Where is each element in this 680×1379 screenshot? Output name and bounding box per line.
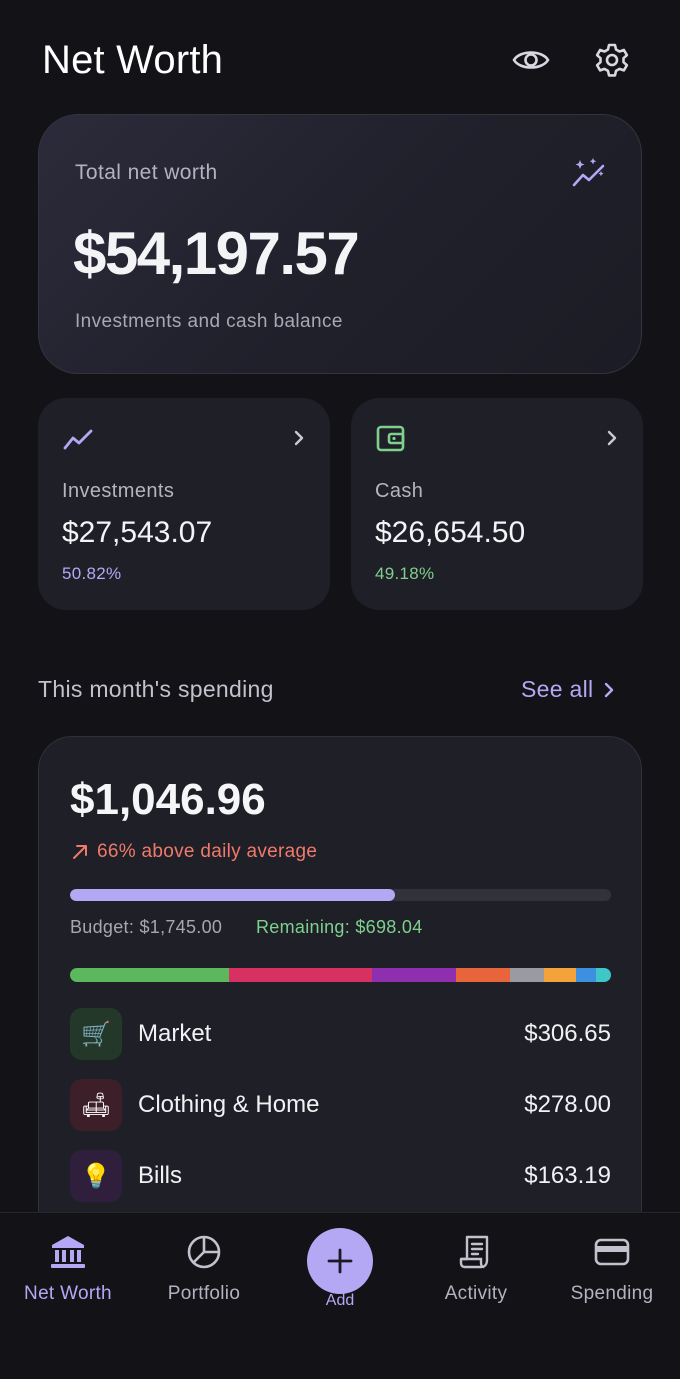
arrow-up-right-icon	[73, 845, 87, 859]
investments-card[interactable]: Investments $27,543.07 50.82%	[38, 398, 330, 610]
page-title: Net Worth	[42, 38, 224, 82]
remaining-label: Remaining: $698.04	[256, 917, 423, 937]
add-label: Add	[325, 1292, 355, 1309]
bottom-nav: Net Worth Portfolio Add Activity Spendin…	[0, 1212, 680, 1379]
spending-delta: 66% above daily average	[71, 841, 317, 863]
bank-icon	[48, 1233, 88, 1271]
category-name: Market	[138, 1020, 212, 1047]
spending-total: $1,046.96	[70, 775, 266, 824]
hero-subtitle: Investments and cash balance	[75, 311, 343, 332]
app-header: Net Worth	[0, 0, 680, 120]
nav-net-worth[interactable]: Net Worth	[0, 1233, 136, 1313]
category-segment	[228, 968, 372, 982]
settings-button[interactable]	[590, 38, 634, 82]
gear-icon	[595, 43, 629, 77]
chevron-right-icon	[294, 430, 304, 446]
investments-value: $27,543.07	[62, 516, 213, 549]
nav-label: Spending	[570, 1283, 654, 1304]
spending-section-title: This month's spending	[38, 676, 274, 702]
category-amount: $163.19	[524, 1162, 611, 1189]
category-row-market[interactable]: 🛒 Market $306.65	[70, 1008, 611, 1060]
card-icon	[592, 1233, 632, 1271]
category-segment	[544, 968, 576, 982]
budget-label: Budget: $1,745.00	[70, 917, 223, 937]
category-segment	[596, 968, 611, 982]
cash-label: Cash	[375, 480, 424, 502]
see-all-label: See all	[521, 676, 594, 702]
trend-line-icon	[63, 429, 93, 450]
nav-spending[interactable]: Spending	[544, 1233, 680, 1313]
cash-value: $26,654.50	[375, 516, 526, 549]
chevron-right-icon	[605, 682, 614, 697]
category-name: Bills	[138, 1162, 183, 1189]
cash-card[interactable]: Cash $26,654.50 49.18%	[351, 398, 643, 610]
budget-progress-bar	[70, 889, 611, 901]
category-segment	[510, 968, 545, 982]
investments-label: Investments	[62, 480, 175, 502]
category-row-bills[interactable]: 💡 Bills $163.19	[70, 1150, 611, 1202]
cart-icon: 🛒	[70, 1008, 122, 1060]
lightbulb-icon: 💡	[70, 1150, 122, 1202]
receipt-icon	[456, 1233, 496, 1271]
see-all-link[interactable]: See all	[521, 676, 615, 703]
nav-portfolio[interactable]: Portfolio	[136, 1233, 272, 1313]
category-segment	[371, 968, 457, 982]
cash-percent: 49.18%	[375, 564, 435, 583]
sofa-icon: 🛋	[70, 1079, 122, 1131]
toggle-visibility-button[interactable]	[509, 38, 553, 82]
category-name: Clothing & Home	[138, 1091, 320, 1118]
net-worth-value: $54,197.57	[73, 220, 360, 287]
category-segment	[456, 968, 511, 982]
budget-progress-fill	[70, 889, 395, 901]
net-worth-card: Total net worth $54,197.57 Investments a…	[38, 114, 642, 374]
pie-chart-icon	[184, 1233, 224, 1271]
hero-label: Total net worth	[75, 161, 218, 184]
sparkle-chart-icon[interactable]	[571, 157, 607, 189]
wallet-icon	[376, 425, 405, 452]
category-segment	[575, 968, 597, 982]
nav-activity[interactable]: Activity	[408, 1233, 544, 1313]
chevron-right-icon	[607, 430, 617, 446]
nav-label: Activity	[444, 1283, 508, 1304]
category-amount: $306.65	[524, 1020, 611, 1047]
nav-label: Net Worth	[24, 1283, 112, 1304]
plus-icon	[327, 1248, 353, 1274]
spending-card[interactable]: $1,046.96 66% above daily average Budget…	[38, 736, 642, 1256]
spending-delta-text: 66% above daily average	[97, 841, 318, 862]
category-segment	[70, 968, 229, 982]
nav-label: Portfolio	[167, 1283, 241, 1304]
eye-icon	[512, 51, 550, 69]
category-breakdown-bar	[70, 968, 611, 982]
category-amount: $278.00	[524, 1091, 611, 1118]
add-button[interactable]	[307, 1228, 373, 1294]
investments-percent: 50.82%	[62, 564, 122, 583]
category-row-clothing-home[interactable]: 🛋 Clothing & Home $278.00	[70, 1079, 611, 1131]
